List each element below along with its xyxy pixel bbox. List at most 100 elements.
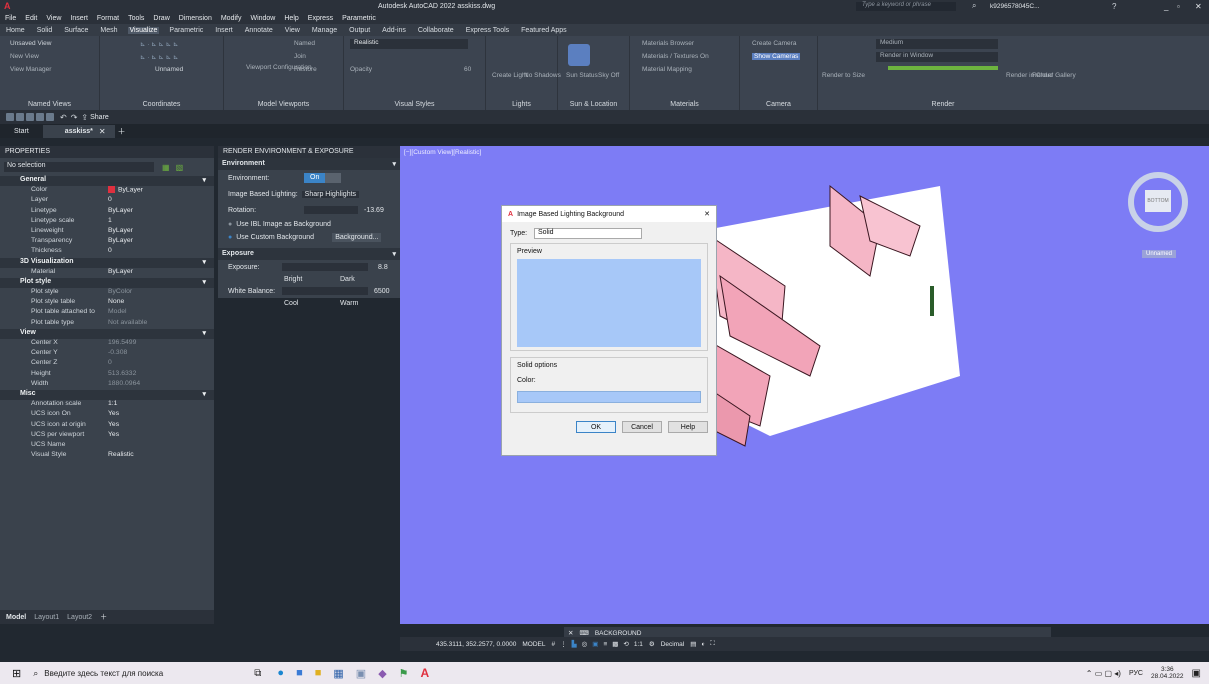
- ucs-icons-row[interactable]: ⊾ · ⊾ ⊾ ⊾ ⊾: [140, 40, 178, 48]
- menu-edit[interactable]: Edit: [25, 15, 37, 22]
- model-space-button[interactable]: MODEL: [522, 641, 545, 648]
- transparency-icon[interactable]: ▩: [612, 640, 618, 648]
- section-3d-visualization[interactable]: 3D Visualization ▾: [0, 257, 214, 268]
- tab-view[interactable]: View: [283, 27, 302, 34]
- undo-icon[interactable]: ↶: [60, 113, 67, 122]
- add-layout-icon[interactable]: ＋: [100, 612, 107, 622]
- property-value[interactable]: 0: [108, 196, 214, 206]
- property-row[interactable]: Height 513.6332: [0, 370, 214, 380]
- property-value[interactable]: None: [108, 298, 214, 308]
- selection-dropdown[interactable]: No selection: [4, 162, 154, 172]
- background-button[interactable]: Background...: [332, 232, 382, 242]
- taskbar-search-icon[interactable]: ⌕: [33, 668, 38, 679]
- close-command-icon[interactable]: ✕: [568, 629, 573, 637]
- materials-browser-button[interactable]: Materials Browser: [642, 40, 694, 47]
- tray-icons[interactable]: ⌃ ▭ ▢ ◂): [1086, 669, 1121, 678]
- property-value[interactable]: Realistic: [108, 451, 214, 461]
- property-row[interactable]: Lineweight ByLayer: [0, 227, 214, 237]
- tab-start[interactable]: Start: [0, 128, 43, 135]
- menu-window[interactable]: Window: [250, 15, 275, 22]
- menu-format[interactable]: Format: [97, 15, 119, 22]
- property-row[interactable]: Plot style table None: [0, 298, 214, 308]
- rotation-value[interactable]: -13.69: [364, 207, 384, 214]
- flag-icon[interactable]: ⚑: [399, 667, 409, 680]
- tab-visualize[interactable]: Visualize: [127, 26, 160, 34]
- named-viewport-button[interactable]: Named: [294, 40, 315, 47]
- menu-file[interactable]: File: [5, 15, 16, 22]
- property-value[interactable]: Not available: [108, 319, 214, 329]
- render-preset-dropdown[interactable]: Medium: [876, 39, 998, 49]
- property-value[interactable]: [108, 441, 214, 451]
- environment-section[interactable]: Environment ▾: [218, 158, 400, 170]
- property-value[interactable]: ByColor: [108, 288, 214, 298]
- paint-icon[interactable]: ◆: [378, 667, 386, 680]
- tab-collaborate[interactable]: Collaborate: [416, 27, 456, 34]
- tab-solid[interactable]: Solid: [35, 27, 55, 34]
- workspace-gear-icon[interactable]: ⚙: [649, 640, 655, 648]
- menu-parametric[interactable]: Parametric: [342, 15, 376, 22]
- tab-layout1[interactable]: Layout1: [34, 614, 59, 621]
- property-row[interactable]: Color ByLayer: [0, 186, 214, 196]
- property-row[interactable]: Plot table type Not available: [0, 319, 214, 329]
- exposure-value[interactable]: 8.8: [378, 264, 388, 271]
- plot-icon[interactable]: [46, 113, 54, 121]
- property-value[interactable]: ByLayer: [108, 268, 214, 278]
- property-row[interactable]: Linetype ByLayer: [0, 207, 214, 217]
- white-balance-slider[interactable]: [282, 287, 368, 295]
- help-button[interactable]: Help: [668, 421, 708, 433]
- property-value[interactable]: 513.6332: [108, 370, 214, 380]
- custom-background-radio[interactable]: ●: [228, 234, 232, 241]
- dialog-close-icon[interactable]: ✕: [704, 210, 710, 218]
- view-manager-button[interactable]: View Manager: [10, 66, 51, 73]
- open-file-icon[interactable]: [16, 113, 24, 121]
- environment-toggle[interactable]: On: [304, 173, 326, 183]
- show-cameras-button[interactable]: Show Cameras: [752, 53, 801, 60]
- property-row[interactable]: Center X 196.5499: [0, 339, 214, 349]
- tab-model[interactable]: Model: [6, 614, 26, 621]
- property-value[interactable]: ByLayer: [108, 237, 214, 247]
- menu-express[interactable]: Express: [308, 15, 333, 22]
- property-row[interactable]: Layer 0: [0, 196, 214, 206]
- explorer-icon[interactable]: ■: [315, 667, 322, 679]
- material-mapping-button[interactable]: Material Mapping: [642, 66, 692, 73]
- property-value[interactable]: 1880.0964: [108, 380, 214, 390]
- section-general[interactable]: General ▾: [0, 176, 214, 187]
- ibl-dropdown[interactable]: Sharp Highlights: [301, 190, 360, 198]
- property-row[interactable]: Thickness 0: [0, 247, 214, 257]
- autocad-taskbar-icon[interactable]: A: [421, 666, 430, 680]
- render-location-dropdown[interactable]: Render in Window: [876, 52, 998, 62]
- property-value[interactable]: 0: [108, 247, 214, 257]
- view-cube-face[interactable]: BOTTOM: [1145, 190, 1171, 212]
- minimize-icon[interactable]: _: [1164, 2, 1168, 11]
- task-view-icon[interactable]: ⧉: [254, 668, 261, 679]
- property-row[interactable]: Visual Style Realistic: [0, 451, 214, 461]
- property-row[interactable]: UCS per viewport Yes: [0, 431, 214, 441]
- save-icon[interactable]: [26, 113, 34, 121]
- tab-featured-apps[interactable]: Featured Apps: [519, 27, 569, 34]
- sun-status-button[interactable]: Sun Status: [566, 72, 598, 79]
- menu-draw[interactable]: Draw: [153, 15, 169, 22]
- menu-insert[interactable]: Insert: [70, 15, 88, 22]
- ok-button[interactable]: OK: [576, 421, 616, 433]
- section-misc[interactable]: Misc ▾: [0, 389, 214, 401]
- create-camera-button[interactable]: Create Camera: [752, 40, 796, 47]
- edge-icon[interactable]: ●: [277, 667, 284, 679]
- property-value[interactable]: 0: [108, 359, 214, 369]
- exposure-section[interactable]: Exposure ▾: [218, 248, 400, 260]
- tab-home[interactable]: Home: [4, 27, 27, 34]
- property-value[interactable]: ByLayer: [108, 207, 214, 217]
- redo-icon[interactable]: ↷: [71, 113, 78, 122]
- language-indicator[interactable]: РУС: [1129, 670, 1143, 677]
- property-row[interactable]: Width 1880.0964: [0, 380, 214, 390]
- app-logo[interactable]: A: [4, 1, 11, 11]
- close-tab-icon[interactable]: ✕: [99, 127, 106, 136]
- render-gallery-button[interactable]: Render Gallery: [1032, 72, 1076, 79]
- annotation-scale[interactable]: 1:1: [634, 641, 643, 648]
- menu-view[interactable]: View: [46, 15, 61, 22]
- clock-time[interactable]: 3:36: [1161, 666, 1174, 673]
- share-icon[interactable]: ⇪: [81, 113, 88, 122]
- selection-cycle-icon[interactable]: ⟲: [623, 640, 628, 648]
- restore-icon[interactable]: ▫: [1177, 2, 1180, 11]
- notifications-icon[interactable]: ▣: [1192, 668, 1201, 679]
- taskbar-search-input[interactable]: Введите здесь текст для поиска: [44, 669, 244, 678]
